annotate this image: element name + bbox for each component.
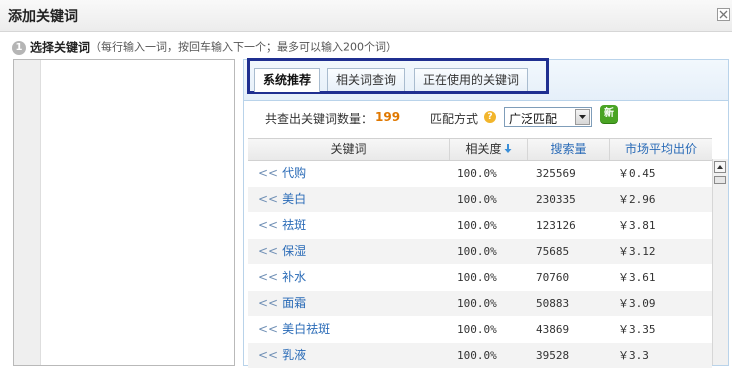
- table-row: << 美白祛斑 100.0% 43869 ￥3.35: [248, 317, 712, 343]
- keyword-link[interactable]: 乳液: [282, 348, 306, 362]
- question-icon[interactable]: ?: [484, 111, 496, 123]
- new-badge-icon[interactable]: 新: [600, 105, 618, 123]
- tab-in-use-keywords[interactable]: 正在使用的关键词: [414, 68, 529, 91]
- tab-strip: 系统推荐 相关词查询 正在使用的关键词: [244, 58, 728, 101]
- match-type-select[interactable]: 广泛匹配: [504, 107, 592, 127]
- dialog-title: 添加关键词: [8, 9, 78, 25]
- price-cell: ￥3.61: [618, 271, 656, 284]
- step-title: 选择关键词: [30, 40, 91, 55]
- keyword-link[interactable]: 面霜: [282, 296, 306, 310]
- add-keyword-icon[interactable]: <<: [258, 296, 278, 310]
- keyword-input-area[interactable]: [13, 59, 235, 366]
- table-row: << 美白 100.0% 230335 ￥2.96: [248, 187, 712, 213]
- volume-cell: 123126: [536, 219, 576, 232]
- add-keyword-icon[interactable]: <<: [258, 348, 278, 362]
- relevance-cell: 100.0%: [457, 193, 497, 206]
- scroll-up-icon[interactable]: [714, 161, 726, 173]
- dialog-titlebar: 添加关键词: [0, 0, 732, 32]
- price-cell: ￥3.12: [618, 245, 656, 258]
- summary-bar: 共查出关键词数量： 199 匹配方式 ? 广泛匹配 新: [244, 101, 728, 137]
- table-row: << 面霜 100.0% 50883 ￥3.09: [248, 291, 712, 317]
- table-row: << 乳液 100.0% 39528 ￥3.3: [248, 343, 712, 369]
- keyword-link[interactable]: 补水: [282, 270, 306, 284]
- relevance-cell: 100.0%: [457, 323, 497, 336]
- add-keyword-icon[interactable]: <<: [258, 270, 278, 284]
- table-row: << 祛斑 100.0% 123126 ￥3.81: [248, 213, 712, 239]
- volume-cell: 325569: [536, 167, 576, 180]
- price-cell: ￥2.96: [618, 193, 656, 206]
- step-heading: 1 选择关键词（每行输入一词，按回车输入下一个；最多可以输入200个词）: [12, 39, 397, 55]
- header-keyword: 关键词: [248, 139, 450, 160]
- price-cell: ￥0.45: [618, 167, 656, 180]
- keyword-link[interactable]: 代购: [282, 166, 306, 180]
- add-keyword-icon[interactable]: <<: [258, 192, 278, 206]
- volume-cell: 75685: [536, 245, 570, 258]
- volume-cell: 70760: [536, 271, 570, 284]
- keyword-count-label: 共查出关键词数量：: [265, 112, 374, 126]
- keyword-link[interactable]: 保湿: [282, 244, 306, 258]
- relevance-cell: 100.0%: [457, 271, 497, 284]
- keyword-count-value: 199: [375, 110, 401, 124]
- step-number-badge: 1: [12, 40, 26, 55]
- keyword-suggestion-panel: 系统推荐 相关词查询 正在使用的关键词 共查出关键词数量： 199 匹配方式 ?…: [243, 58, 729, 369]
- header-search-volume[interactable]: 搜索量: [528, 139, 610, 160]
- close-icon[interactable]: [717, 8, 730, 21]
- price-cell: ￥3.09: [618, 297, 656, 310]
- add-keyword-icon[interactable]: <<: [258, 322, 278, 336]
- header-relevance[interactable]: 相关度: [450, 139, 528, 160]
- table-header: 关键词 相关度 搜索量 市场平均出价: [248, 138, 712, 161]
- tab-system-recommend[interactable]: 系统推荐: [254, 68, 321, 92]
- price-cell: ￥3.3: [618, 349, 649, 362]
- relevance-cell: 100.0%: [457, 297, 497, 310]
- relevance-cell: 100.0%: [457, 349, 497, 362]
- vertical-scrollbar[interactable]: [712, 159, 728, 365]
- header-avg-price[interactable]: 市场平均出价: [610, 139, 712, 160]
- volume-cell: 50883: [536, 297, 570, 310]
- header-relevance-label: 相关度: [465, 142, 502, 156]
- volume-cell: 230335: [536, 193, 576, 206]
- table-row: << 代购 100.0% 325569 ￥0.45: [248, 161, 712, 187]
- keyword-link[interactable]: 祛斑: [282, 218, 306, 232]
- match-type-label: 匹配方式: [430, 112, 479, 126]
- tab-related-search[interactable]: 相关词查询: [327, 68, 406, 91]
- keyword-table: 关键词 相关度 搜索量 市场平均出价 << 代购 100.0% 325569 ￥0…: [248, 138, 712, 369]
- scroll-thumb[interactable]: [714, 176, 726, 184]
- price-cell: ￥3.81: [618, 219, 656, 232]
- volume-cell: 43869: [536, 323, 570, 336]
- line-number-gutter: [14, 60, 41, 365]
- add-keyword-icon[interactable]: <<: [258, 218, 278, 232]
- chevron-down-icon[interactable]: [575, 109, 590, 125]
- match-type-value: 广泛匹配: [509, 112, 558, 126]
- table-row: << 补水 100.0% 70760 ￥3.61: [248, 265, 712, 291]
- relevance-cell: 100.0%: [457, 245, 497, 258]
- table-row: << 保湿 100.0% 75685 ￥3.12: [248, 239, 712, 265]
- add-keyword-icon[interactable]: <<: [258, 244, 278, 258]
- keyword-link[interactable]: 美白祛斑: [282, 322, 330, 336]
- relevance-cell: 100.0%: [457, 219, 497, 232]
- step-hint: （每行输入一词，按回车输入下一个；最多可以输入200个词）: [90, 40, 398, 54]
- price-cell: ￥3.35: [618, 323, 656, 336]
- sort-desc-icon[interactable]: [504, 139, 512, 160]
- add-keyword-icon[interactable]: <<: [258, 166, 278, 180]
- relevance-cell: 100.0%: [457, 167, 497, 180]
- keyword-link[interactable]: 美白: [282, 192, 306, 206]
- volume-cell: 39528: [536, 349, 570, 362]
